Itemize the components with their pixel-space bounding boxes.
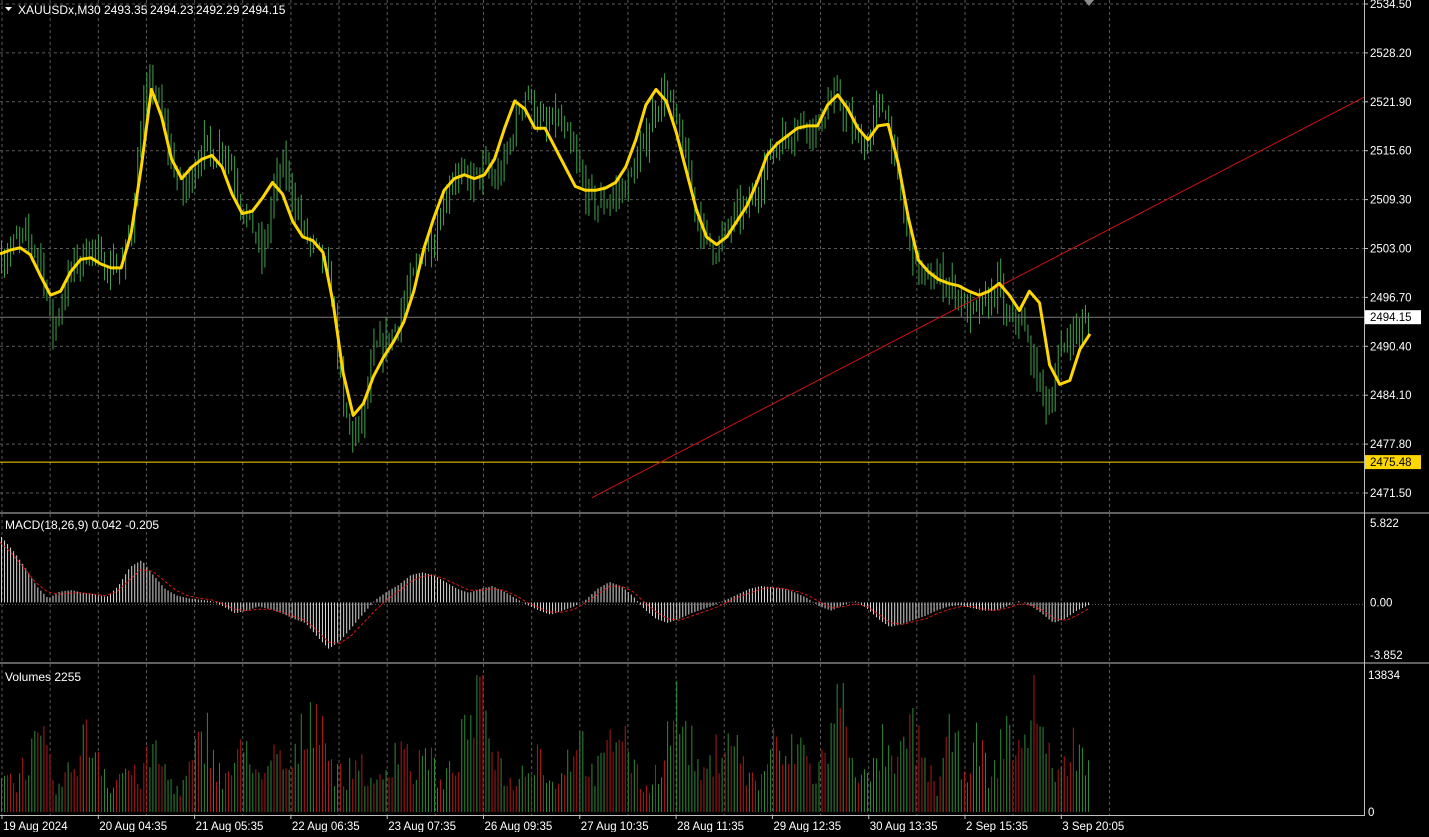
price-tick-label: 2471.50 — [1370, 488, 1412, 500]
time-tick-label: 2 Sep 15:35 — [966, 821, 1028, 832]
macd-tick-label: -3.852 — [1370, 650, 1403, 662]
current-price-label: 2494.15 — [1370, 312, 1412, 324]
time-tick-label: 21 Aug 05:35 — [196, 821, 264, 832]
time-tick-label: 28 Aug 11:35 — [677, 821, 744, 832]
price-tick-label: 2521.90 — [1370, 97, 1412, 109]
volumes-title: Volumes 2255 — [5, 670, 81, 684]
time-tick-label: 26 Aug 09:35 — [485, 821, 553, 832]
price-tick-label: 2484.10 — [1370, 390, 1412, 402]
volume-tick-label: 13834 — [1368, 670, 1401, 682]
ohlc-low: 2492.29 — [196, 3, 240, 17]
chart-canvas[interactable]: XAUUSDx,M30 2493.35 2494.23 2492.29 2494… — [0, 0, 1429, 833]
macd-title: MACD(18,26,9) 0.042 -0.205 — [5, 518, 159, 532]
time-tick-label: 30 Aug 13:35 — [870, 821, 938, 832]
ohlc-high: 2494.23 — [150, 3, 194, 17]
price-tick-label: 2509.30 — [1370, 195, 1412, 207]
trading-chart-window: XAUUSDx,M30 2493.35 2494.23 2492.29 2494… — [0, 0, 1429, 833]
price-tick-label: 2477.80 — [1370, 439, 1412, 451]
price-tick-label: 2496.70 — [1370, 292, 1412, 304]
time-tick-label: 20 Aug 04:35 — [99, 821, 167, 832]
time-tick-label: 3 Sep 20:05 — [1062, 821, 1124, 832]
price-tick-label: 2515.60 — [1370, 146, 1412, 158]
volume-tick-label: 0 — [1368, 807, 1374, 819]
chart-background — [0, 0, 1429, 832]
price-tick-label: 2503.00 — [1370, 244, 1412, 256]
price-tick-label: 2490.40 — [1370, 341, 1412, 353]
time-tick-label: 22 Aug 06:35 — [292, 821, 360, 832]
time-tick-label: 19 Aug 2024 — [3, 821, 68, 832]
ohlc-open: 2493.35 — [104, 3, 148, 17]
ohlc-close: 2494.15 — [242, 3, 286, 17]
price-tick-label: 2528.20 — [1370, 48, 1412, 60]
price-tick-label: 2534.50 — [1370, 0, 1412, 11]
chart-symbol-title: XAUUSDx,M30 — [18, 3, 101, 17]
macd-tick-label: 0.00 — [1370, 597, 1392, 609]
macd-tick-label: 5.822 — [1370, 518, 1399, 530]
time-tick-label: 27 Aug 10:35 — [581, 821, 649, 832]
horizontal-line-price-label: 2475.48 — [1370, 457, 1412, 469]
time-tick-label: 29 Aug 12:35 — [773, 821, 841, 832]
time-tick-label: 23 Aug 07:35 — [388, 821, 456, 832]
